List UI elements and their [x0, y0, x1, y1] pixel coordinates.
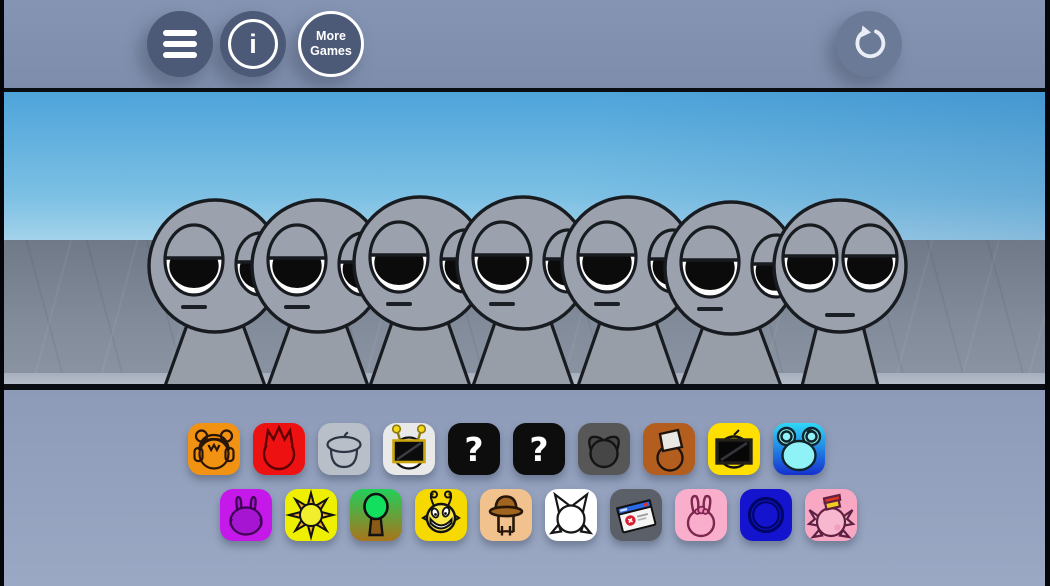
sound-icon-bee-awesome-face[interactable]: [415, 489, 467, 541]
more-games-label: MoreGames: [310, 29, 352, 59]
info-button[interactable]: i: [220, 11, 286, 77]
sun-burst-icon: [285, 489, 337, 541]
game-frame: i MoreGames: [0, 0, 1050, 586]
mouse-ears-cyan-icon: [773, 423, 825, 475]
sound-palette-panel: ??: [4, 390, 1045, 586]
cat-ears-silhouette-icon: [578, 423, 630, 475]
sound-icon-question-mark-2[interactable]: ?: [513, 423, 565, 475]
tv-screen-head-icon: [708, 423, 760, 475]
restart-icon: [850, 25, 888, 63]
browser-error-window-icon: [610, 489, 662, 541]
restart-button[interactable]: [836, 11, 902, 77]
horned-purple-creature-icon: [220, 489, 272, 541]
sound-icon-cat-ears-silhouette[interactable]: [578, 423, 630, 475]
tree-head-icon: [350, 489, 402, 541]
characters-layer: [4, 92, 1045, 384]
sound-icon-pink-bunny[interactable]: [675, 489, 727, 541]
info-icon: i: [228, 19, 278, 69]
stage-character[interactable]: [774, 200, 906, 384]
sound-icon-tree-head[interactable]: [350, 489, 402, 541]
sound-icon-question-mark-1[interactable]: ?: [448, 423, 500, 475]
sound-icon-mouse-ears-cyan[interactable]: [773, 423, 825, 475]
sound-icon-horned-purple-creature[interactable]: [220, 489, 272, 541]
sound-icon-tv-screen-head[interactable]: [708, 423, 760, 475]
sound-icon-blue-ring[interactable]: [740, 489, 792, 541]
white-cat-head-icon: [545, 489, 597, 541]
menu-button[interactable]: [147, 11, 213, 77]
pink-axolotl-crown-icon: [805, 489, 857, 541]
blue-ring-icon: [740, 489, 792, 541]
monkey-headphones-icon: [188, 423, 240, 475]
sound-icon-row-1: ??: [188, 423, 825, 475]
red-spiky-head-icon: [253, 423, 305, 475]
sound-icon-paper-hat-head[interactable]: [643, 423, 695, 475]
sound-icon-sun-burst[interactable]: [285, 489, 337, 541]
top-bar: i MoreGames: [4, 0, 1045, 88]
sound-icon-red-spiky-head[interactable]: [253, 423, 305, 475]
sound-icon-white-cat-head[interactable]: [545, 489, 597, 541]
sound-icon-row-2: [220, 489, 857, 541]
more-games-button[interactable]: MoreGames: [298, 11, 364, 77]
sound-icon-browser-error-window[interactable]: [610, 489, 662, 541]
bee-awesome-face-icon: [415, 489, 467, 541]
sound-icon-acorn-cap[interactable]: [318, 423, 370, 475]
tv-robot-antennae-icon: [383, 423, 435, 475]
pink-bunny-icon: [675, 489, 727, 541]
paper-hat-head-icon: [643, 423, 695, 475]
stage: [4, 88, 1045, 390]
question-mark-2-icon: ?: [513, 423, 565, 475]
question-mark-1-icon: ?: [448, 423, 500, 475]
acorn-cap-icon: [318, 423, 370, 475]
game-content: i MoreGames: [4, 0, 1045, 586]
svg-text:?: ?: [529, 430, 548, 469]
svg-text:?: ?: [464, 430, 483, 469]
sound-icon-fedora-guy[interactable]: [480, 489, 532, 541]
hamburger-menu-icon: [163, 30, 197, 58]
fedora-guy-icon: [480, 489, 532, 541]
sound-icon-tv-robot-antennae[interactable]: [383, 423, 435, 475]
sound-icon-pink-axolotl-crown[interactable]: [805, 489, 857, 541]
sound-icon-monkey-headphones[interactable]: [188, 423, 240, 475]
